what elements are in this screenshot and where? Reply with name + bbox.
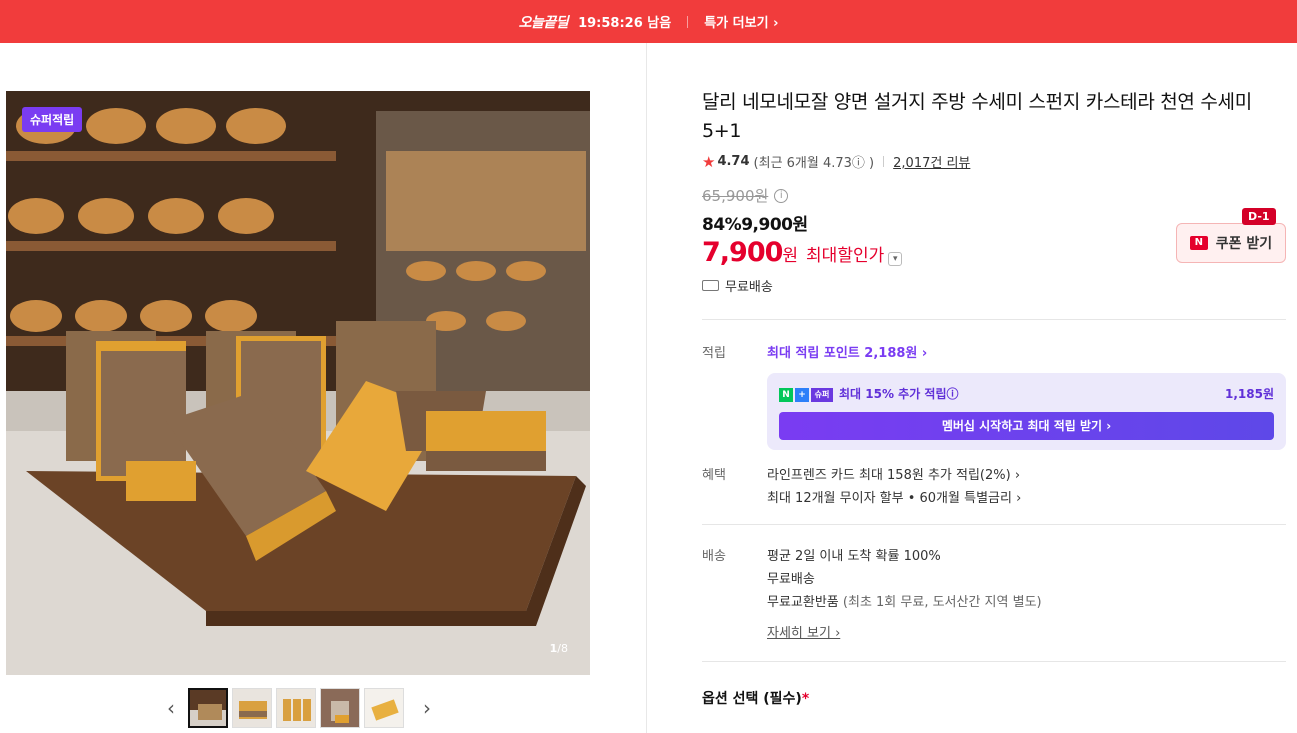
shipping-row: 무료배송 bbox=[702, 276, 1286, 295]
info-icon[interactable]: i bbox=[774, 188, 789, 203]
rating-score: 4.74 bbox=[717, 154, 750, 169]
thumbnail-image bbox=[365, 689, 403, 727]
banner-divider bbox=[687, 15, 689, 28]
membership-button[interactable]: 멤버십 시작하고 최대 적립 받기 › bbox=[779, 412, 1274, 440]
final-price: 7,900 bbox=[702, 237, 783, 268]
thumbnail-image bbox=[277, 689, 315, 727]
membership-points-box: N + 슈퍼 최대 15% 추가 적립ⓘ 1,185원 멤버십 시작하고 최대 … bbox=[767, 373, 1286, 450]
extra-points-text: 최대 15% 추가 적립ⓘ bbox=[839, 387, 959, 401]
card-benefit-link[interactable]: 라인프렌즈 카드 최대 158원 추가 적립(2%) › bbox=[767, 464, 1286, 487]
super-icon: 슈퍼 bbox=[811, 387, 833, 402]
free-shipping-text: 무료배송 bbox=[767, 572, 815, 587]
sale-price: 9,900원 bbox=[741, 215, 808, 235]
benefits-row: 혜택 라인프렌즈 카드 최대 158원 추가 적립(2%) › 최대 12개월 … bbox=[702, 464, 1286, 510]
rating-divider bbox=[883, 156, 885, 167]
deal-logo: 오늘끝딜 bbox=[518, 14, 569, 31]
required-mark: * bbox=[801, 691, 810, 707]
naver-logo-icon: N bbox=[1189, 236, 1208, 250]
reviews-link[interactable]: 2,017건 리뷰 bbox=[893, 152, 970, 171]
option-select-text: 옵션 선택 (필수) bbox=[702, 691, 802, 707]
original-price: 65,900원 bbox=[702, 187, 769, 205]
arrival-probability: 평균 2일 이내 도착 확률 100% bbox=[767, 549, 941, 564]
final-price-label: 최대할인가 bbox=[806, 246, 885, 266]
thumbnail-image bbox=[233, 689, 271, 727]
coupon-button[interactable]: N 쿠폰 받기 bbox=[1176, 223, 1286, 263]
column-divider bbox=[646, 43, 647, 733]
coupon-deadline-tag: D-1 bbox=[1242, 208, 1276, 225]
max-points-link[interactable]: 최대 적립 포인트 2,188원 › bbox=[767, 346, 927, 361]
option-select-label: 옵션 선택 (필수)* bbox=[702, 688, 1286, 708]
product-photo bbox=[6, 91, 590, 675]
prev-thumb-button[interactable]: ‹ bbox=[160, 688, 182, 728]
points-label: 적립 bbox=[702, 346, 726, 361]
free-return-note: (최초 1회 무료, 도서산간 지역 별도) bbox=[842, 595, 1042, 610]
thumbnail[interactable] bbox=[276, 688, 316, 728]
rating-row: ★ 4.74 (최근 6개월 4.73ⓘ ) 2,017건 리뷰 bbox=[702, 152, 1286, 172]
image-counter: 1/8 bbox=[550, 642, 568, 655]
image-counter-total: /8 bbox=[557, 642, 568, 655]
recent-rating[interactable]: (최근 6개월 4.73ⓘ ) bbox=[754, 152, 875, 171]
chevron-down-icon[interactable]: ▾ bbox=[888, 252, 903, 266]
product-image[interactable]: 슈퍼적립 1/8 bbox=[6, 91, 590, 675]
truck-icon bbox=[702, 280, 719, 291]
installment-benefit-link[interactable]: 최대 12개월 무이자 할부 • 60개월 특별금리 › bbox=[767, 487, 1286, 510]
benefits-label: 혜택 bbox=[702, 468, 726, 483]
thumbnail-image bbox=[190, 690, 226, 726]
product-info: 달리 네모네모잘 양면 설거지 주방 수세미 스펀지 카스테라 천연 수세미 5… bbox=[702, 88, 1286, 708]
discount-rate: 84% bbox=[702, 215, 742, 235]
delivery-detail-link[interactable]: 자세히 보기 › bbox=[767, 626, 840, 641]
super-points-badge: 슈퍼적립 bbox=[22, 107, 83, 132]
divider bbox=[702, 524, 1286, 525]
thumbnail[interactable] bbox=[364, 688, 404, 728]
shipping-text: 무료배송 bbox=[725, 280, 773, 295]
plus-icon: + bbox=[795, 387, 809, 402]
thumbnail[interactable] bbox=[232, 688, 272, 728]
points-row: 적립 최대 적립 포인트 2,188원 › N + 슈퍼 최대 15% 추가 적… bbox=[702, 342, 1286, 450]
naver-icon: N bbox=[779, 387, 793, 402]
deal-banner: 오늘끝딜 19:58:26 남음 특가 더보기 › bbox=[0, 0, 1297, 43]
deal-timer: 19:58:26 남음 bbox=[578, 16, 672, 31]
free-return-text: 무료교환반품 (최초 1회 무료, 도서산간 지역 별도) bbox=[767, 591, 1286, 614]
original-price-row: 65,900원 i bbox=[702, 185, 1286, 206]
thumbnail-image bbox=[321, 689, 359, 727]
more-deals-link[interactable]: 특가 더보기 › bbox=[704, 12, 778, 31]
free-return-main: 무료교환반품 bbox=[767, 595, 843, 610]
thumbnail[interactable] bbox=[320, 688, 360, 728]
delivery-row: 배송 평균 2일 이내 도착 확률 100% 무료배송 무료교환반품 (최초 1… bbox=[702, 545, 1286, 645]
product-title: 달리 네모네모잘 양면 설거지 주방 수세미 스펀지 카스테라 천연 수세미 5… bbox=[702, 91, 1252, 142]
thumbnail[interactable] bbox=[188, 688, 228, 728]
divider bbox=[702, 319, 1286, 320]
star-icon: ★ bbox=[702, 152, 716, 171]
next-thumb-button[interactable]: › bbox=[416, 688, 438, 728]
delivery-label: 배송 bbox=[702, 549, 726, 564]
coupon-label: 쿠폰 받기 bbox=[1215, 236, 1273, 252]
thumbnail-strip: ‹ › bbox=[160, 688, 438, 728]
final-price-unit: 원 bbox=[782, 246, 799, 266]
extra-points-amount: 1,185원 bbox=[1225, 387, 1274, 401]
divider bbox=[702, 661, 1286, 662]
